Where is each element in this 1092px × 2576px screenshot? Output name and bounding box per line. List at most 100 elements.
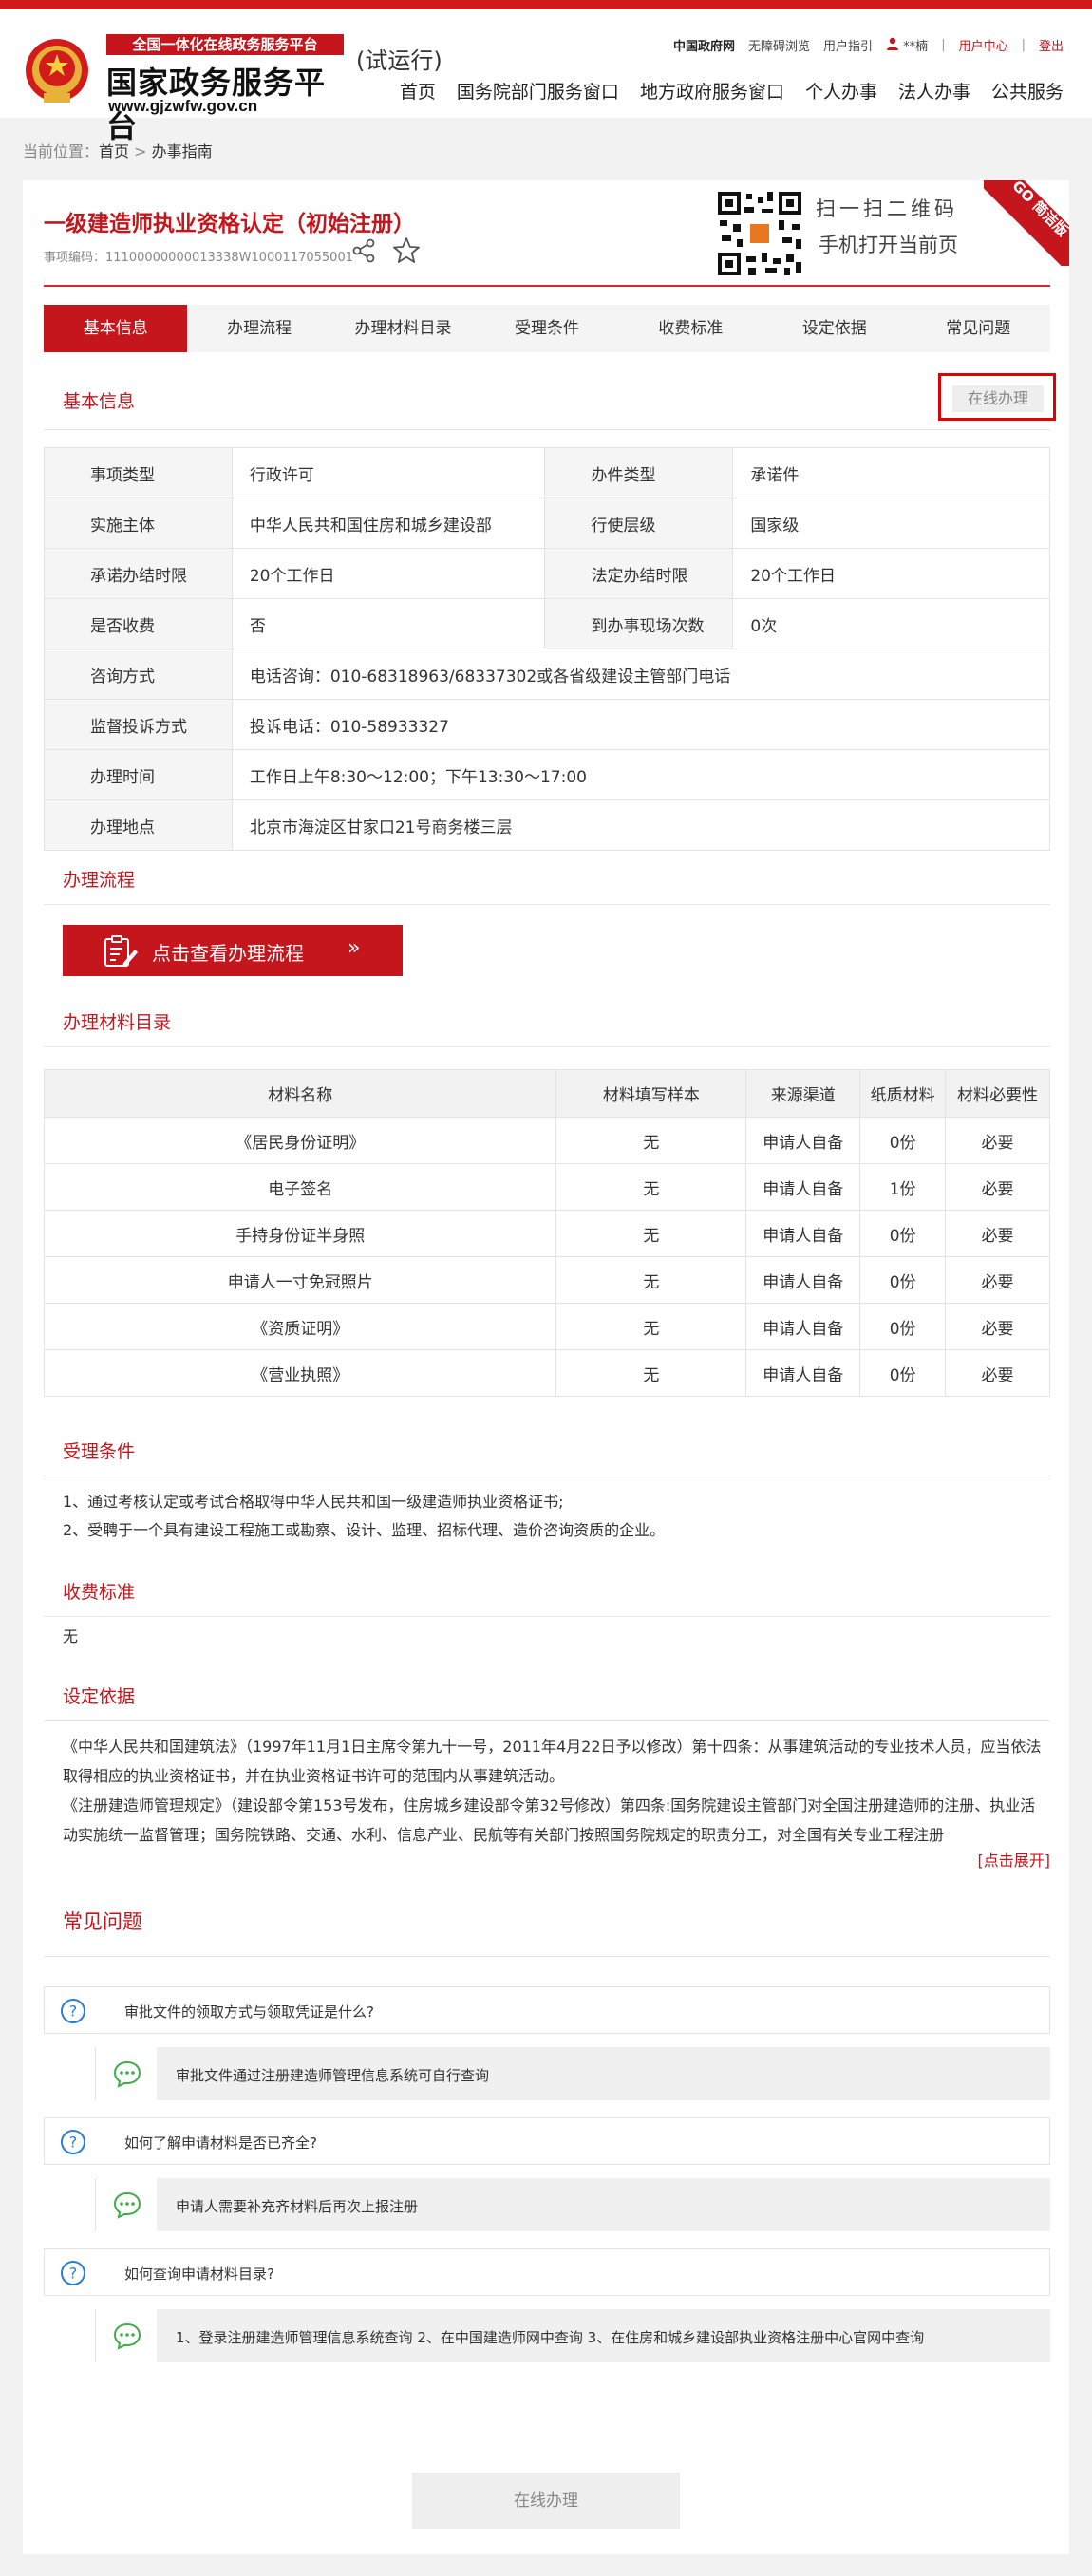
gov-link[interactable]: 中国政府网 [673,36,735,54]
chat-bubble-icon [113,2060,141,2088]
site-header: 全国一体化在线政务服务平台 国家政务服务平台 www.gjzwfw.gov.cn… [0,9,1092,144]
form-pen-icon [104,935,138,967]
chat-bubble-icon [113,2191,141,2219]
online-apply-button[interactable]: 在线办理 [952,385,1044,412]
table-row: 申请人一寸免冠照片无申请人自备 0份 必要 [43,1256,1050,1304]
breadcrumb: 当前位置：首页 > 办事指南 [23,142,213,160]
section-divider [44,1956,1050,1957]
material-name[interactable]: 《营业执照》 [43,1349,557,1397]
star-icon[interactable] [391,235,422,266]
logout-link[interactable]: 登出 [1039,36,1064,54]
tab-conditions[interactable]: 受理条件 [475,305,618,352]
nav-state-council[interactable]: 国务院部门服务窗口 [457,78,619,103]
answer-icon-box [96,2047,157,2100]
user-name[interactable]: **楠 [886,36,928,54]
svg-text:?: ? [69,2134,78,2152]
separator: | [1021,38,1026,52]
top-red-bar [0,0,1092,9]
tab-materials[interactable]: 办理材料目录 [331,305,475,352]
breadcrumb-current: 办事指南 [151,142,213,160]
faq-question[interactable]: ? 如何了解申请材料是否已齐全? [44,2117,1050,2165]
nav-personal[interactable]: 个人办事 [805,78,877,103]
question-icon: ? [61,1999,85,2023]
answer-icon-box [96,2309,157,2362]
user-center-link[interactable]: 用户中心 [959,36,1008,54]
section-basic-info-title: 基本信息 [63,391,136,412]
question-icon: ? [61,2261,85,2285]
faq-question[interactable]: ? 审批文件的领取方式与领取凭证是什么? [44,1986,1050,2034]
tab-basic-info[interactable]: 基本信息 [44,305,188,352]
faq-answer: 申请人需要补充齐材料后再次上报注册 [95,2178,1050,2231]
chat-bubble-icon [113,2322,141,2350]
section-divider [44,1616,1050,1617]
share-icon[interactable] [350,237,377,264]
title-divider [44,285,1050,287]
section-divider [44,429,1050,430]
table-row: 《居民身份证明》无申请人自备 0份 必要 [43,1117,1050,1164]
table-row: 手持身份证半身照无申请人自备 0份 必要 [43,1210,1050,1257]
tab-fees[interactable]: 收费标准 [619,305,763,352]
table-row: 咨询方式 电话咨询：010-68318963/68337302或各省级建设主管部门… [44,649,1051,700]
breadcrumb-home[interactable]: 首页 [99,142,129,160]
section-materials-title: 办理材料目录 [63,1012,172,1033]
material-name[interactable]: 电子签名 [43,1163,557,1211]
table-row: 承诺办结时限 20个工作日 法定办结时限 20个工作日 [44,548,1050,599]
basic-info-table: 事项类型 行政许可 办件类型 承诺件 实施主体 中华人民共和国住房和城乡建设部 行使层… [44,447,1051,851]
nav-public-service[interactable]: 公共服务 [991,78,1064,103]
item-code: 事项编码：11100000000013338W1000117055001 [44,251,353,265]
site-logo[interactable]: 全国一体化在线政务服务平台 国家政务服务平台 www.gjzwfw.gov.cn [106,34,344,144]
simple-version-ribbon[interactable]: GO 简洁版 [984,180,1069,266]
logo-banner: 全国一体化在线政务服务平台 [106,34,344,55]
fee-text: 无 [63,1627,79,1645]
table-row: 办理时间 工作日上午8:30～12:00；下午13:30～17:00 [44,749,1051,800]
table-row: 是否收费否 到办事现场次数 0次 [44,598,1050,649]
condition-line: 1、通过考核认定或考试合格取得中华人民共和国一级建造师执业资格证书; [63,1493,564,1511]
guide-link[interactable]: 用户指引 [823,36,873,54]
accessible-link[interactable]: 无障碍浏览 [748,36,810,54]
view-process-button[interactable]: 点击查看办理流程 » [63,925,403,976]
materials-table: 材料名称 材料填写样本 来源渠道 纸质材料 材料必要性 《居民身份证明》无申请人… [43,1069,1050,1397]
table-row: 事项类型 行政许可 办件类型 承诺件 [44,447,1050,498]
section-conditions-title: 受理条件 [63,1441,136,1462]
item-title: 一级建造师执业资格认定（初始注册） [44,212,415,236]
qr-code-icon [716,190,803,277]
main-nav: 首页 国务院部门服务窗口 地方政府服务窗口 个人办事 法人办事 公共服务 [379,78,1064,103]
bottom-online-apply-button[interactable]: 在线办理 [412,2473,680,2529]
expand-link[interactable]: [点击展开] [978,1848,1051,1871]
section-fees-title: 收费标准 [63,1582,136,1603]
material-name[interactable]: 手持身份证半身照 [43,1210,557,1257]
online-button-highlight: 在线办理 [938,373,1056,421]
nav-legal-person[interactable]: 法人办事 [898,78,970,103]
user-icon [887,37,899,50]
table-row: 监督投诉方式 投诉电话：010-58933327 [44,699,1051,750]
condition-line: 2、受聘于一个具有建设工程施工或勘察、设计、监理、招标代理、造价咨询资质的企业。 [63,1521,666,1539]
scan-hint: 手机打开当前页 [819,234,958,256]
table-header-row: 材料名称 材料填写样本 来源渠道 纸质材料 材料必要性 [43,1069,1050,1118]
guide-card: GO 简洁版 一级建造师执业资格认定（初始注册） 事项编码：1110000000… [23,180,1069,2554]
faq-answer: 审批文件通过注册建造师管理信息系统可自行查询 [95,2047,1050,2100]
nav-home[interactable]: 首页 [400,78,436,103]
svg-text:?: ? [69,2003,78,2021]
logo-url: www.gjzwfw.gov.cn [108,97,258,115]
faq-question[interactable]: ? 如何查询申请材料目录? [44,2248,1050,2296]
material-name[interactable]: 《居民身份证明》 [43,1117,557,1164]
tab-faq[interactable]: 常见问题 [907,305,1050,352]
section-divider [44,1720,1050,1721]
tab-process[interactable]: 办理流程 [187,305,330,352]
svg-text:?: ? [69,2265,78,2283]
answer-icon-box [96,2178,157,2231]
nav-local-gov[interactable]: 地方政府服务窗口 [640,78,784,103]
material-name[interactable]: 《资质证明》 [43,1303,557,1350]
section-process-title: 办理流程 [63,870,136,891]
table-row: 实施主体 中华人民共和国住房和城乡建设部 行使层级 国家级 [44,498,1050,549]
section-faq-title: 常见问题 [63,1910,142,1933]
section-divider [44,904,1050,905]
top-links: 中国政府网 无障碍浏览 用户指引 **楠 | 用户中心 | 登出 [673,36,1064,54]
tab-basis[interactable]: 设定依据 [763,305,906,352]
material-name[interactable]: 申请人一寸免冠照片 [43,1256,557,1304]
section-divider [44,1046,1050,1047]
trial-label: (试运行) [356,47,442,74]
scan-text: 扫一扫二维码 [816,197,958,220]
section-tabs: 基本信息 办理流程 办理材料目录 受理条件 收费标准 设定依据 常见问题 [44,305,1050,352]
basis-text: 《中华人民共和国建筑法》（1997年11月1日主席令第九十一号，2011年4月2… [63,1738,1042,1844]
